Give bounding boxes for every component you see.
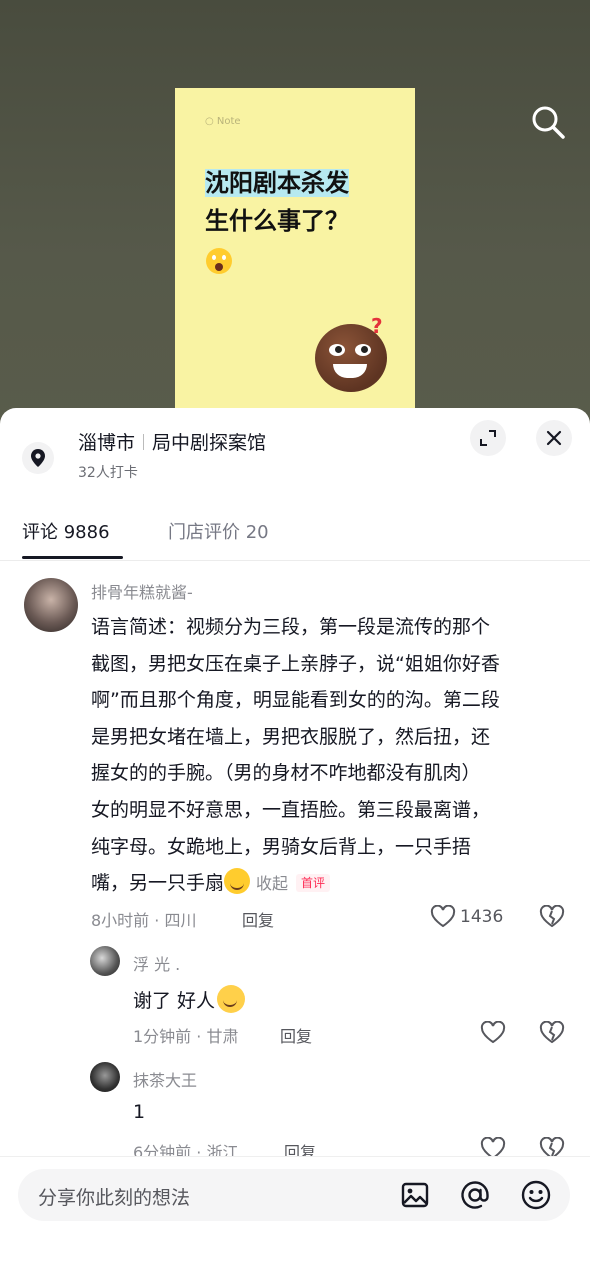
comment-meta: 8小时前 · 四川 bbox=[91, 911, 197, 930]
avatar[interactable] bbox=[90, 946, 120, 976]
active-tab-indicator bbox=[22, 556, 123, 559]
checkin-count: 32人打卡 bbox=[78, 465, 138, 481]
emoji-icon[interactable] bbox=[520, 1179, 552, 1211]
close-icon bbox=[546, 430, 562, 446]
image-icon[interactable] bbox=[400, 1180, 430, 1210]
tab-comments[interactable]: 评论 9886 bbox=[22, 518, 110, 544]
comment-line: 握女的的手腕。（男的身材不咋地都没有肌肉） bbox=[91, 762, 481, 785]
expand-button[interactable] bbox=[470, 420, 506, 456]
location-pin-icon bbox=[22, 442, 54, 474]
confused-face-sticker-icon: ? bbox=[315, 314, 387, 392]
crying-face-emoji-icon bbox=[217, 985, 246, 1013]
comment-input[interactable]: 分享你此刻的想法 bbox=[18, 1169, 570, 1221]
note-title: 沈阳剧本杀发 生什么事了？ bbox=[205, 164, 405, 240]
location-venue: 局中剧探案馆 bbox=[152, 432, 267, 454]
comment-line: 嘴，另一只手扇 bbox=[91, 872, 225, 895]
comment-text: 语言简述：视频分为三段，第一段是流传的那个 截图，男把女压在桌子上亲脖子，说“姐… bbox=[91, 609, 571, 903]
comment-input-placeholder: 分享你此刻的想法 bbox=[38, 1187, 191, 1209]
reply-username[interactable]: 浮 光 . bbox=[133, 951, 180, 975]
divider bbox=[0, 560, 590, 561]
comment-line: 截图，男把女压在桌子上亲脖子，说“姐姐你好香 bbox=[91, 652, 500, 675]
reply-text: 谢了 好人 bbox=[133, 985, 246, 1013]
broken-heart-icon[interactable] bbox=[539, 1021, 565, 1045]
smile-emoji-icon bbox=[224, 868, 251, 895]
heart-outline-icon[interactable] bbox=[480, 1021, 506, 1045]
tab-bar: 评论 9886 门店评价 20 bbox=[0, 518, 590, 562]
comment-line: 嘴，另一只手扇 收起 首评 bbox=[91, 865, 571, 903]
reply-text-content: 谢了 好人 bbox=[133, 990, 216, 1012]
comment-line: 是男把女堵在墙上，男把衣服脱了，然后扭，还 bbox=[91, 725, 491, 748]
broken-heart-icon[interactable] bbox=[539, 905, 565, 929]
avatar[interactable] bbox=[24, 578, 78, 632]
close-button[interactable] bbox=[536, 420, 572, 456]
reply-text: 1 bbox=[133, 1101, 146, 1123]
note-title-highlight: 沈阳剧本杀发 bbox=[205, 169, 349, 197]
video-background[interactable]: ○ Note 沈阳剧本杀发 生什么事了？ ? bbox=[0, 0, 590, 430]
reply-button[interactable]: 回复 bbox=[242, 907, 274, 931]
at-icon[interactable] bbox=[459, 1179, 491, 1211]
like-count: 1436 bbox=[460, 907, 504, 927]
comment-line: 啊”而且那个角度，明显能看到女的的沟。第二段 bbox=[91, 689, 500, 712]
location-title[interactable]: 淄博市 局中剧探案馆 bbox=[78, 428, 266, 455]
first-comment-badge: 首评 bbox=[296, 874, 331, 893]
expand-icon bbox=[480, 430, 496, 446]
comment-input-bar: 分享你此刻的想法 bbox=[0, 1156, 590, 1281]
comment-line: 语言简述：视频分为三段，第一段是流传的那个 bbox=[91, 616, 491, 638]
search-icon[interactable] bbox=[528, 102, 568, 142]
note-card: ○ Note 沈阳剧本杀发 生什么事了？ ? bbox=[175, 88, 415, 418]
screaming-face-icon bbox=[206, 248, 232, 274]
reply-meta: 1分钟前 · 甘肃 bbox=[133, 1027, 239, 1046]
location-city: 淄博市 bbox=[78, 432, 136, 454]
comment-username[interactable]: 排骨年糕就酱- bbox=[91, 579, 193, 603]
reply-username[interactable]: 抹茶大王 bbox=[133, 1067, 197, 1091]
comment-sheet: 淄博市 局中剧探案馆 32人打卡 评论 9886 门店评价 20 排骨年糕就酱- … bbox=[0, 408, 590, 1280]
avatar[interactable] bbox=[90, 1062, 120, 1092]
comment-line: 纯字母。女跪地上，男骑女后背上，一只手捂 bbox=[91, 835, 472, 858]
note-title-rest: 生什么事了？ bbox=[205, 207, 349, 235]
heart-outline-icon[interactable] bbox=[430, 905, 456, 929]
note-brand: ○ Note bbox=[205, 116, 241, 127]
collapse-link[interactable]: 收起 bbox=[256, 874, 288, 893]
comment-line: 女的明显不好意思，一直捂脸。第三段最离谱， bbox=[91, 798, 491, 821]
tab-store-reviews[interactable]: 门店评价 20 bbox=[168, 518, 269, 544]
reply-button[interactable]: 回复 bbox=[280, 1023, 312, 1047]
